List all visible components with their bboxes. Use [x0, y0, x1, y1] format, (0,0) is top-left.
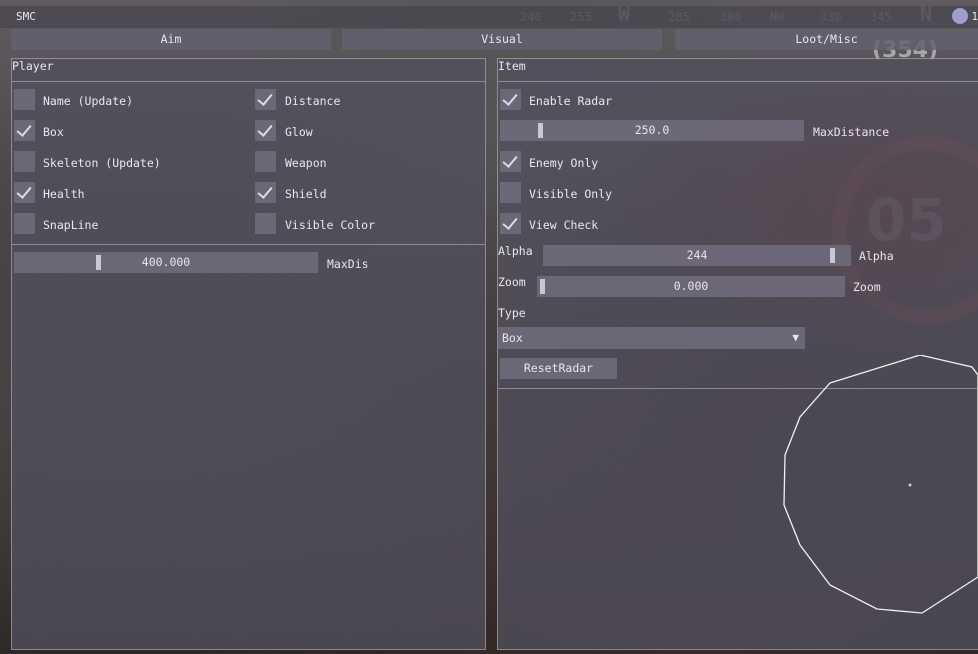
label-glow: Glow — [285, 125, 313, 139]
checkbox-view-check[interactable] — [500, 213, 521, 234]
alpha-label-right: Alpha — [859, 249, 894, 263]
type-value: Box — [502, 331, 523, 345]
compass-mark: 1 — [971, 10, 978, 23]
max-distance-slider[interactable]: 250.0 — [500, 120, 804, 141]
label-skeleton: Skeleton (Update) — [43, 156, 161, 170]
label-snapline: SnapLine — [43, 218, 99, 232]
dropdown-arrow-icon[interactable]: ▼ — [792, 327, 799, 349]
cheat-menu-window: SMC 1 Aim Visual Loot/Misc Player Name (… — [0, 0, 978, 654]
radar-center-dot — [908, 483, 912, 487]
player-panel: Player Name (Update) Box Skeleton (Updat… — [11, 58, 486, 650]
checkbox-enemy-only[interactable] — [500, 151, 521, 172]
type-label: Type — [498, 306, 526, 320]
label-enemy-only: Enemy Only — [529, 156, 599, 170]
type-combo[interactable]: Box ▼ — [498, 327, 805, 349]
zoom-label-right: Zoom — [853, 280, 881, 294]
tab-visual[interactable]: Visual — [342, 29, 662, 50]
maxdis-slider[interactable]: 400.000 — [14, 252, 318, 273]
collapse-circle-icon[interactable] — [952, 8, 968, 24]
checkbox-weapon[interactable] — [255, 151, 276, 172]
window-title: SMC — [16, 10, 36, 23]
player-header: Player — [12, 59, 54, 73]
tab-loot-misc[interactable]: Loot/Misc — [675, 29, 978, 50]
label-weapon: Weapon — [285, 156, 327, 170]
label-enable-radar: Enable Radar — [529, 94, 613, 108]
checkbox-enable-radar[interactable] — [500, 89, 521, 110]
alpha-value: 244 — [686, 248, 708, 262]
tab-bar: Aim Visual Loot/Misc — [11, 29, 978, 50]
tab-aim[interactable]: Aim — [11, 29, 331, 50]
label-health: Health — [43, 187, 85, 201]
divider — [12, 81, 485, 82]
maxdis-value: 400.000 — [141, 255, 191, 269]
title-bar[interactable]: SMC 1 — [0, 6, 978, 28]
checkbox-skeleton[interactable] — [14, 151, 35, 172]
checkbox-snapline[interactable] — [14, 213, 35, 234]
checkbox-visible-color[interactable] — [255, 213, 276, 234]
checkbox-health[interactable] — [14, 182, 35, 203]
radar-outline — [783, 355, 978, 614]
checkbox-glow[interactable] — [255, 120, 276, 141]
label-view-check: View Check — [529, 218, 599, 232]
max-distance-label: MaxDistance — [813, 125, 890, 139]
maxdis-label: MaxDis — [327, 257, 369, 271]
label-distance: Distance — [285, 94, 341, 108]
divider — [12, 244, 485, 245]
checkbox-shield[interactable] — [255, 182, 276, 203]
alpha-label-left: Alpha — [498, 244, 533, 258]
checkbox-box[interactable] — [14, 120, 35, 141]
zoom-slider[interactable]: 0.000 — [537, 276, 845, 297]
divider — [498, 81, 978, 82]
zoom-value: 0.000 — [673, 279, 709, 293]
max-distance-value: 250.0 — [634, 123, 670, 137]
checkbox-name[interactable] — [14, 89, 35, 110]
label-shield: Shield — [285, 187, 327, 201]
alpha-slider[interactable]: 244 — [543, 245, 851, 266]
item-header: Item — [498, 59, 526, 73]
radar-circle — [783, 355, 978, 614]
checkbox-distance[interactable] — [255, 89, 276, 110]
label-name: Name (Update) — [43, 94, 134, 108]
zoom-label-left: Zoom — [498, 275, 526, 289]
reset-radar-button[interactable]: ResetRadar — [500, 358, 617, 379]
label-visible-only: Visible Only — [529, 187, 613, 201]
label-visible-color: Visible Color — [285, 218, 376, 232]
label-box: Box — [43, 125, 64, 139]
checkbox-visible-only[interactable] — [500, 182, 521, 203]
